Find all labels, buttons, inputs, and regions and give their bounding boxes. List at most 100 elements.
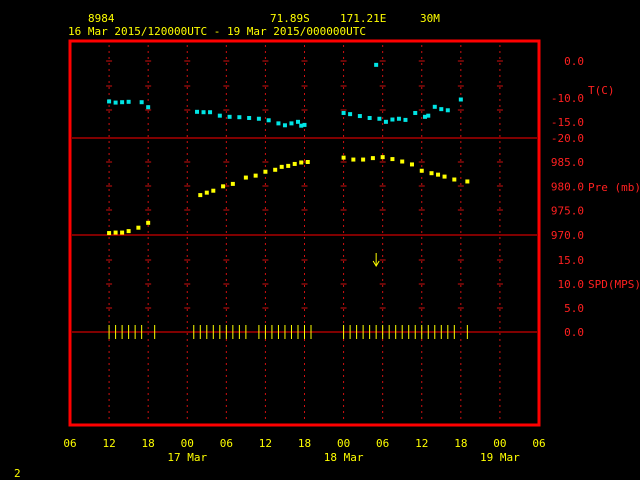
temp-point [458, 97, 463, 102]
temp-point [341, 110, 346, 115]
station-lon: 171.21E [340, 12, 386, 25]
temp-point [390, 117, 395, 122]
x-hour-label: 06 [63, 437, 76, 450]
temp-point [302, 122, 307, 127]
plot-frame [68, 39, 541, 427]
pressure-point [136, 225, 141, 230]
pressure-point [221, 184, 226, 189]
temp-point [413, 110, 418, 115]
time-grid [106, 45, 503, 421]
meteogram: 8984 71.89S 171.21E 30M 16 Mar 2015/1200… [14, 12, 640, 480]
pressure-point [146, 220, 151, 225]
y-tick-label: 15.0 [558, 254, 585, 267]
pressure-point [370, 156, 375, 161]
temp-point [195, 109, 200, 114]
pressure-point [204, 190, 209, 195]
temp-point [247, 115, 252, 120]
temp-point [445, 108, 450, 113]
pressure-point [452, 177, 457, 182]
temp-point [374, 62, 379, 67]
station-height: 30M [420, 12, 440, 25]
page-number: 2 [14, 467, 21, 480]
pressure-point [273, 167, 278, 172]
temp-point [139, 100, 144, 105]
pressure-point [409, 162, 414, 167]
x-hour-label: 00 [493, 437, 506, 450]
pressure-point [286, 163, 291, 168]
pressure-point [279, 164, 284, 169]
temp-point [439, 107, 444, 112]
pressure-point [211, 188, 216, 193]
pressure-point [126, 229, 131, 234]
pressure-point [305, 160, 310, 164]
x-hour-label: 12 [415, 437, 428, 450]
station-id: 8984 [88, 12, 115, 25]
pressure-point [442, 174, 447, 179]
x-hour-label: 00 [181, 437, 194, 450]
pressure-point [400, 159, 405, 164]
pressure-point [263, 169, 268, 174]
temp-point [237, 115, 242, 120]
temp-point [107, 99, 112, 104]
temp-point [295, 119, 300, 124]
pressure-point [419, 168, 424, 173]
temp-point [120, 100, 125, 105]
pressure-point [292, 161, 297, 166]
y-tick-label: 0.0 [564, 326, 584, 339]
temp-point [357, 114, 362, 119]
pressure-point [341, 155, 346, 160]
temp-point [146, 105, 151, 110]
x-hour-label: 12 [259, 437, 272, 450]
pressure-point [436, 172, 441, 177]
x-hour-label: 06 [220, 437, 233, 450]
x-hour-label: 18 [298, 437, 311, 450]
y-tick-label: -20.0 [551, 132, 584, 145]
temp-point [227, 114, 232, 119]
panel-label: Pre (mb) [588, 181, 640, 194]
x-hour-label: 00 [337, 437, 350, 450]
temp-point [113, 100, 118, 105]
x-day-label: 18 Mar [324, 451, 364, 464]
x-hour-label: 12 [102, 437, 115, 450]
data-marks [107, 62, 470, 339]
y-tick-label: 975.0 [551, 205, 584, 218]
panel-label: T(C) [588, 84, 615, 97]
pressure-point [253, 173, 258, 178]
y-tick-label: -10.0 [551, 92, 584, 105]
temp-point [432, 104, 437, 109]
temp-point [282, 123, 287, 128]
y-tick-label: 970.0 [551, 229, 584, 242]
temp-point [396, 116, 401, 121]
station-lat: 71.89S [270, 12, 310, 25]
temp-point [201, 110, 206, 115]
y-tick-label: 10.0 [558, 278, 585, 291]
temp-point [367, 115, 372, 120]
pressure-point [465, 179, 470, 184]
x-hour-label: 06 [376, 437, 389, 450]
temp-point [276, 121, 281, 126]
panel-dividers [72, 137, 537, 333]
temp-point [403, 117, 408, 122]
x-axis-labels: 06 12 18 00 06 12 18 00 06 12 18 00 06 17 Mar 18 Mar 19… [63, 437, 545, 464]
temp-point [377, 116, 382, 121]
pressure-point [380, 155, 385, 160]
pressure-point [230, 181, 235, 186]
pressure-point [299, 160, 304, 165]
temp-point [256, 116, 261, 121]
pressure-point [107, 231, 112, 236]
y-tick-label: 0.0 [564, 55, 584, 68]
x-day-label: 19 Mar [480, 451, 520, 464]
temp-point [217, 113, 222, 118]
temp-point [426, 113, 431, 118]
x-day-label: 17 Mar [167, 451, 207, 464]
date-range: 16 Mar 2015/120000UTC - 19 Mar 2015/0000… [68, 25, 366, 38]
temp-point [348, 112, 353, 117]
pressure-point [429, 171, 434, 176]
temp-point [383, 119, 388, 124]
y-tick-label: 985.0 [551, 156, 584, 169]
x-hour-label: 06 [532, 437, 545, 450]
temp-point [126, 99, 131, 104]
y-axis-labels: 0.0 -10.0 -15.0 -20.0 T(C) 985.0 980.0 975.0 970… [551, 55, 640, 339]
temp-point [208, 110, 213, 115]
pressure-point [243, 175, 248, 180]
